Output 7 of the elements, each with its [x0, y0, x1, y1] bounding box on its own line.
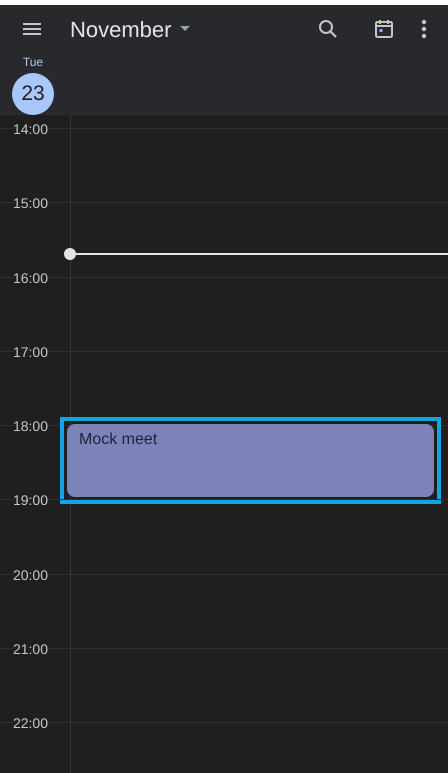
date-button[interactable]: 23 — [12, 73, 54, 115]
event-card[interactable]: Mock meet — [67, 424, 434, 498]
weekday-label: Tue — [22, 54, 44, 71]
caret-icon[interactable] — [179, 25, 192, 33]
month-title[interactable]: November — [70, 12, 172, 46]
calendar-icon[interactable] — [372, 17, 396, 41]
more-icon[interactable] — [420, 17, 428, 41]
